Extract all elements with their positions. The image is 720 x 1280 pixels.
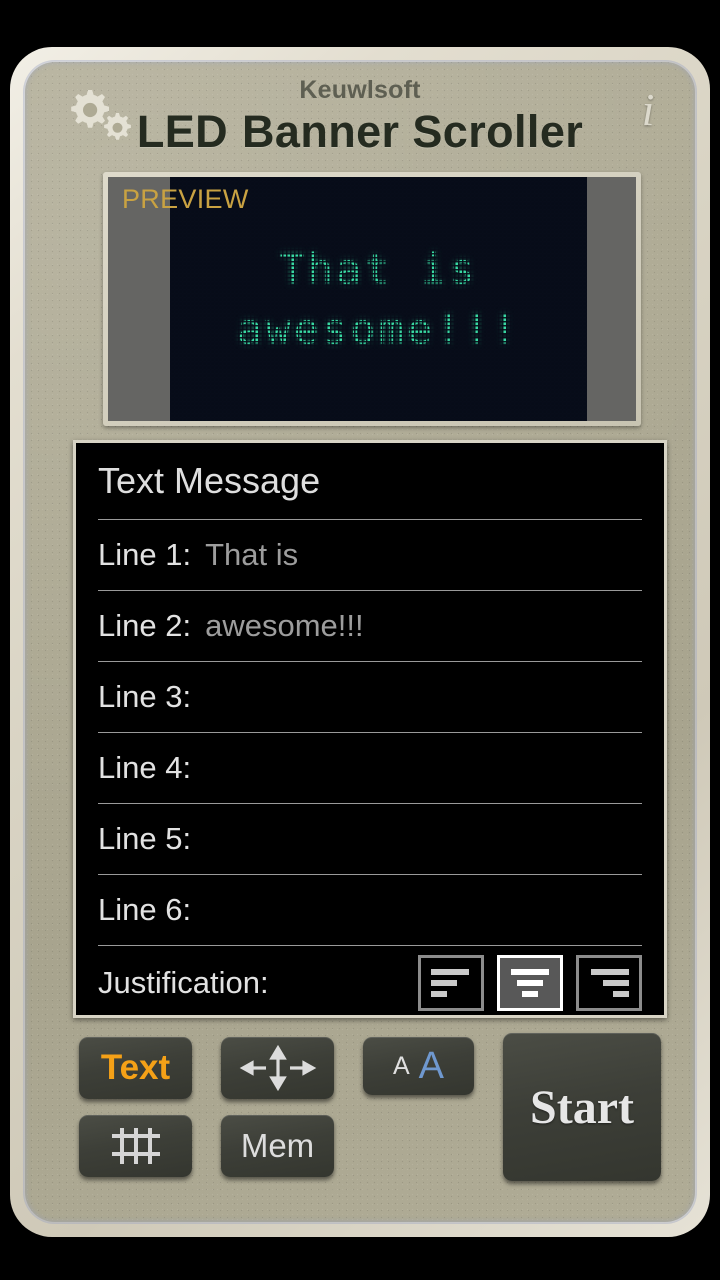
- preview-panel[interactable]: That is awesome!!! PREVIEW: [103, 172, 641, 426]
- message-line-input-2[interactable]: awesome!!!: [205, 608, 364, 644]
- message-line-input-1[interactable]: That is: [205, 537, 298, 573]
- align-bar: [431, 991, 447, 997]
- text-button[interactable]: Text: [79, 1037, 192, 1099]
- mem-button-label: Mem: [240, 1127, 315, 1164]
- grid-icon: [111, 1128, 160, 1164]
- four-arrows-icon: [239, 1044, 316, 1092]
- device-panel: i Keuwlsoft LED Banner Scroller That is a…: [25, 62, 695, 1222]
- message-line-row-2[interactable]: Line 2: awesome!!!: [76, 591, 664, 661]
- message-line-row-4[interactable]: Line 4:: [76, 733, 664, 803]
- preview-label: PREVIEW: [122, 184, 249, 214]
- message-line-row-5[interactable]: Line 5:: [76, 804, 664, 874]
- message-line-label-4: Line 4:: [98, 750, 192, 785]
- message-line-label-5: Line 5:: [98, 821, 192, 856]
- align-bar: [517, 980, 543, 986]
- font-size-button[interactable]: A A: [363, 1037, 474, 1095]
- preview-screen: That is awesome!!! PREVIEW: [108, 177, 636, 421]
- justify-center-button[interactable]: [497, 955, 563, 1011]
- align-bar: [511, 969, 549, 975]
- justification-label: Justification:: [98, 965, 269, 1000]
- font-small-a: A: [392, 1051, 410, 1080]
- text-message-card: Text Message Line 1: That is Line 2: awe…: [73, 440, 667, 1018]
- align-bar: [522, 991, 538, 997]
- align-bar: [613, 991, 629, 997]
- direction-button[interactable]: [221, 1037, 334, 1099]
- led-text-line-2: awesome!!!: [237, 304, 520, 353]
- page-title: LED Banner Scroller: [25, 106, 695, 158]
- start-button-label: Start: [530, 1080, 634, 1134]
- align-bar: [431, 969, 469, 975]
- led-text-line-1: That is: [279, 244, 478, 294]
- message-line-label-1: Line 1:: [98, 537, 192, 572]
- message-line-label-6: Line 6:: [98, 892, 192, 927]
- message-line-row-1[interactable]: Line 1: That is: [76, 520, 664, 590]
- message-line-row-3[interactable]: Line 3:: [76, 662, 664, 732]
- led-text: That is awesome!!!: [170, 239, 587, 358]
- justification-row: Justification:: [76, 946, 664, 1015]
- align-bar: [603, 980, 629, 986]
- mem-button[interactable]: Mem: [221, 1115, 334, 1177]
- app-title-rest: Banner Scroller: [242, 106, 584, 157]
- font-large-a: A: [418, 1044, 445, 1087]
- app-title-led: LED: [136, 106, 229, 157]
- justify-left-button[interactable]: [418, 955, 484, 1011]
- align-bar: [431, 980, 457, 986]
- text-message-heading: Text Message: [98, 460, 321, 501]
- message-line-row-6[interactable]: Line 6:: [76, 875, 664, 945]
- message-line-label-3: Line 3:: [98, 679, 192, 714]
- align-bar: [591, 969, 629, 975]
- grid-button[interactable]: [79, 1115, 192, 1177]
- app-header: i Keuwlsoft LED Banner Scroller: [25, 62, 695, 180]
- message-line-label-2: Line 2:: [98, 608, 192, 643]
- text-button-label: Text: [100, 1048, 171, 1087]
- start-button[interactable]: Start: [503, 1033, 661, 1181]
- brand-label: Keuwlsoft: [299, 76, 421, 104]
- justify-right-button[interactable]: [576, 955, 642, 1011]
- device-shell: i Keuwlsoft LED Banner Scroller That is a…: [10, 47, 710, 1237]
